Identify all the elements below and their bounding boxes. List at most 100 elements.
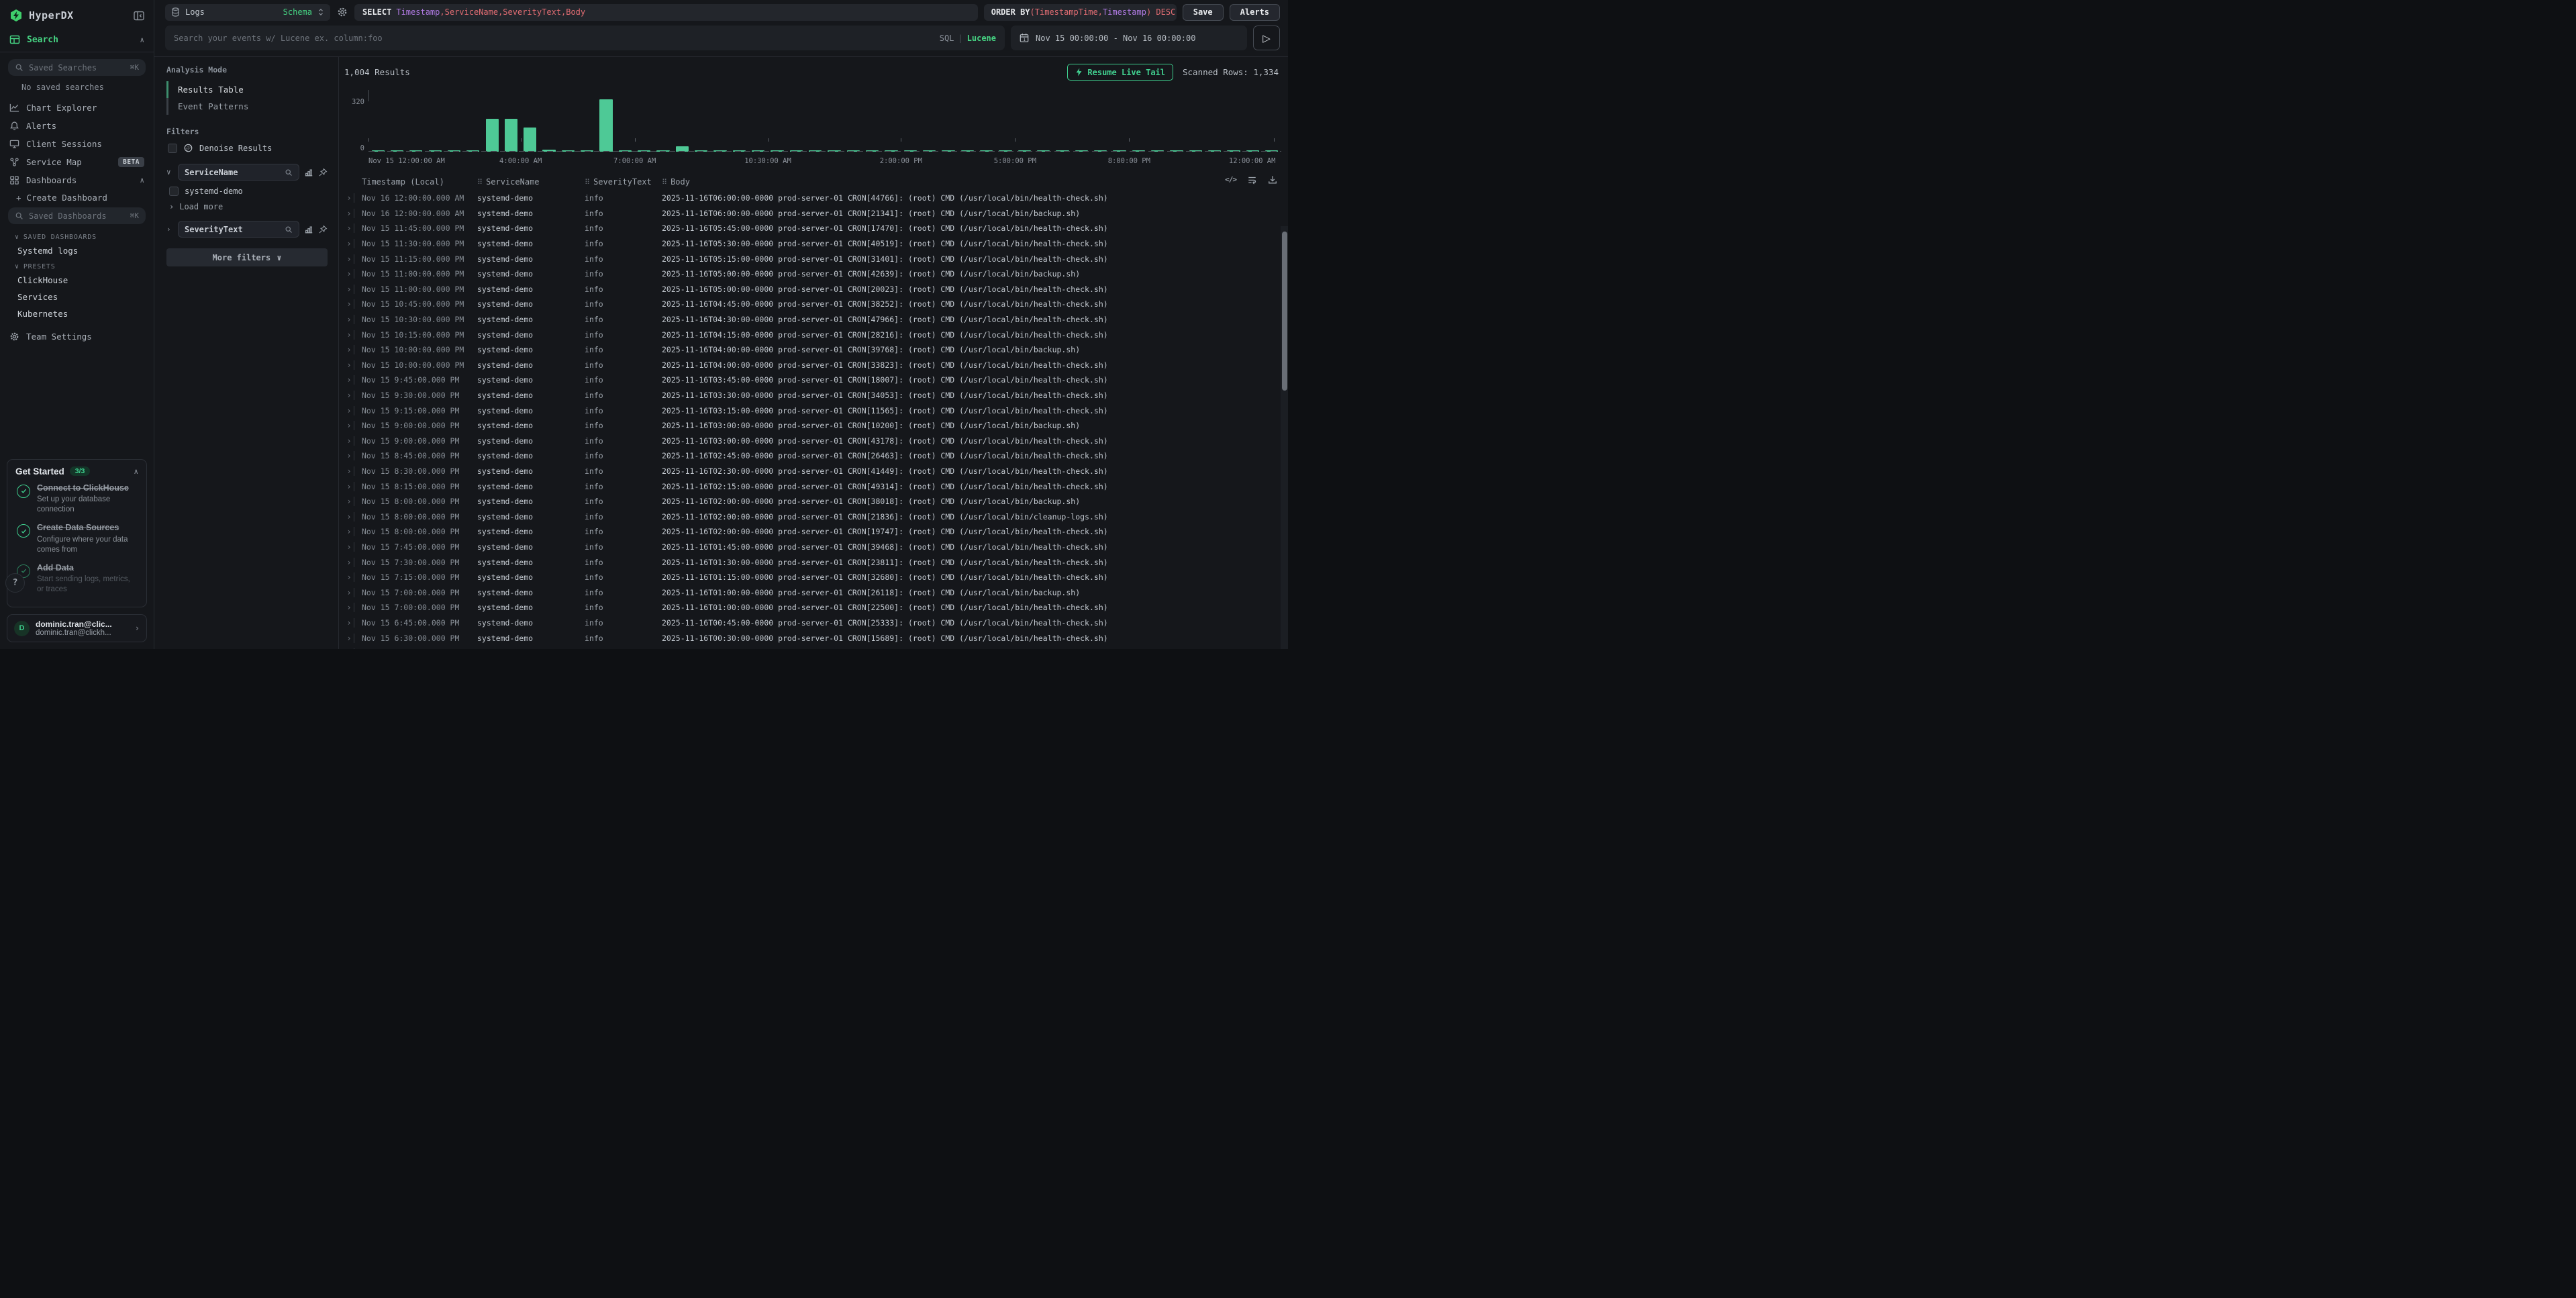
expand-row-icon: › bbox=[344, 315, 354, 324]
sidebar-item-alerts[interactable]: Alerts bbox=[0, 117, 154, 135]
table-row[interactable]: ›Nov 15 10:30:00.000 PMsystemd-demoinfo2… bbox=[344, 312, 1288, 328]
table-row[interactable]: ›Nov 15 7:30:00.000 PMsystemd-demoinfo20… bbox=[344, 554, 1288, 570]
scrollbar-thumb[interactable] bbox=[1282, 232, 1287, 391]
sidebar-item-search[interactable]: Search ∧ bbox=[0, 29, 154, 50]
chevron-up-icon[interactable]: ∧ bbox=[140, 36, 144, 44]
table-row[interactable]: ›Nov 15 11:15:00.000 PMsystemd-demoinfo2… bbox=[344, 251, 1288, 266]
table-row[interactable]: ›Nov 15 10:15:00.000 PMsystemd-demoinfo2… bbox=[344, 327, 1288, 342]
pin-icon[interactable] bbox=[318, 225, 328, 234]
cell-severitytext: info bbox=[585, 239, 662, 248]
table-row[interactable]: ›Nov 15 10:45:00.000 PMsystemd-demoinfo2… bbox=[344, 297, 1288, 312]
bar-chart-icon[interactable] bbox=[304, 225, 313, 234]
drag-handle-icon[interactable]: ⠿ bbox=[585, 178, 590, 187]
table-row[interactable]: ›Nov 15 9:15:00.000 PMsystemd-demoinfo20… bbox=[344, 403, 1288, 418]
source-select[interactable]: Logs Schema bbox=[165, 4, 330, 21]
column-header-servicename[interactable]: ⠿ ServiceName bbox=[477, 177, 585, 187]
bar-chart-icon[interactable] bbox=[304, 168, 313, 177]
resume-live-tail-button[interactable]: Resume Live Tail bbox=[1067, 64, 1173, 81]
table-row[interactable]: ›Nov 15 9:00:00.000 PMsystemd-demoinfo20… bbox=[344, 434, 1288, 449]
filter-group-severitytext[interactable]: SeverityText bbox=[178, 221, 299, 238]
drag-handle-icon[interactable]: ⠿ bbox=[662, 178, 667, 187]
table-row[interactable]: ›Nov 15 8:00:00.000 PMsystemd-demoinfo20… bbox=[344, 509, 1288, 524]
load-more-button[interactable]: › Load more bbox=[169, 202, 328, 211]
chevron-right-icon: › bbox=[135, 623, 140, 633]
lucene-toggle[interactable]: Lucene bbox=[967, 34, 996, 43]
table-row[interactable]: ›Nov 15 8:15:00.000 PMsystemd-demoinfo20… bbox=[344, 479, 1288, 494]
sidebar-item-services[interactable]: Services bbox=[0, 289, 154, 305]
table-row[interactable]: ›Nov 15 8:00:00.000 PMsystemd-demoinfo20… bbox=[344, 494, 1288, 509]
chevron-down-icon[interactable]: ∨ bbox=[166, 168, 173, 177]
chevron-up-icon[interactable]: ∧ bbox=[140, 176, 144, 185]
run-query-button[interactable]: ▷ bbox=[1253, 26, 1280, 50]
events-histogram[interactable]: 320 0 Nov 15 12:00:00 AM4:00:00 AM7:00:0… bbox=[347, 90, 1281, 166]
table-row[interactable]: ›Nov 15 9:00:00.000 PMsystemd-demoinfo20… bbox=[344, 418, 1288, 434]
alerts-button[interactable]: Alerts bbox=[1230, 4, 1280, 21]
table-row[interactable]: ›Nov 16 12:00:00.000 AMsystemd-demoinfo2… bbox=[344, 191, 1288, 206]
date-range-picker[interactable]: 1 Nov 15 00:00:00 - Nov 16 00:00:00 bbox=[1011, 26, 1247, 50]
sidebar-item-systemd-logs[interactable]: Systemd logs bbox=[0, 242, 154, 259]
column-header-body[interactable]: ⠿ Body bbox=[662, 177, 1248, 187]
chevron-right-icon[interactable]: › bbox=[166, 225, 173, 234]
help-button[interactable]: ? bbox=[5, 573, 25, 593]
table-row[interactable]: ›Nov 15 6:15:00.000 PMsystemd-demoinfo20… bbox=[344, 646, 1288, 649]
table-row[interactable]: ›Nov 15 10:00:00.000 PMsystemd-demoinfo2… bbox=[344, 342, 1288, 358]
table-row[interactable]: ›Nov 15 7:15:00.000 PMsystemd-demoinfo20… bbox=[344, 570, 1288, 585]
table-row[interactable]: ›Nov 15 7:00:00.000 PMsystemd-demoinfo20… bbox=[344, 585, 1288, 600]
get-started-step-sources[interactable]: Create Data Sources Configure where your… bbox=[17, 523, 138, 555]
table-row[interactable]: ›Nov 15 8:45:00.000 PMsystemd-demoinfo20… bbox=[344, 448, 1288, 464]
table-row[interactable]: ›Nov 15 11:00:00.000 PMsystemd-demoinfo2… bbox=[344, 266, 1288, 282]
sidebar-item-clickhouse[interactable]: ClickHouse bbox=[0, 272, 154, 289]
table-row[interactable]: ›Nov 15 11:30:00.000 PMsystemd-demoinfo2… bbox=[344, 236, 1288, 252]
table-row[interactable]: ›Nov 15 6:45:00.000 PMsystemd-demoinfo20… bbox=[344, 615, 1288, 631]
get-started-step-add-data[interactable]: Add Data Start sending logs, metrics, or… bbox=[17, 563, 138, 595]
collapse-sidebar-icon[interactable] bbox=[134, 11, 144, 21]
saved-searches-input[interactable]: Saved Searches ⌘K bbox=[8, 59, 146, 76]
code-view-icon[interactable]: </> bbox=[1225, 175, 1236, 185]
create-dashboard-button[interactable]: + Create Dashboard bbox=[0, 189, 154, 206]
select-clause-input[interactable]: SELECT Timestamp ,ServiceName,SeverityTe… bbox=[354, 4, 978, 21]
table-row[interactable]: ›Nov 15 6:30:00.000 PMsystemd-demoinfo20… bbox=[344, 630, 1288, 646]
table-row[interactable]: ›Nov 15 9:30:00.000 PMsystemd-demoinfo20… bbox=[344, 388, 1288, 403]
sidebar-item-service-map[interactable]: Service Map BETA bbox=[0, 153, 154, 171]
sql-toggle[interactable]: SQL bbox=[940, 34, 954, 43]
section-presets[interactable]: ∨ PRESETS bbox=[0, 259, 154, 272]
table-row[interactable]: ›Nov 15 9:45:00.000 PMsystemd-demoinfo20… bbox=[344, 372, 1288, 388]
source-settings-gear-icon[interactable] bbox=[336, 7, 348, 17]
table-row[interactable]: ›Nov 15 10:00:00.000 PMsystemd-demoinfo2… bbox=[344, 358, 1288, 373]
sidebar-item-kubernetes[interactable]: Kubernetes bbox=[0, 305, 154, 322]
user-menu[interactable]: D dominic.tran@clic... dominic.tran@clic… bbox=[7, 614, 147, 642]
save-button[interactable]: Save bbox=[1183, 4, 1224, 21]
get-started-step-connect[interactable]: Connect to ClickHouse Set up your databa… bbox=[17, 483, 138, 515]
app-root: HyperDX Search ∧ Saved Searches ⌘K No sa… bbox=[0, 0, 1288, 649]
wrap-lines-icon[interactable] bbox=[1247, 175, 1257, 185]
language-toggle[interactable]: SQL|Lucene bbox=[940, 34, 996, 43]
expand-row-icon: › bbox=[344, 482, 354, 491]
denoise-checkbox[interactable] bbox=[168, 144, 177, 153]
mode-event-patterns[interactable]: Event Patterns bbox=[166, 98, 328, 115]
table-row[interactable]: ›Nov 16 12:00:00.000 AMsystemd-demoinfo2… bbox=[344, 206, 1288, 221]
pin-icon[interactable] bbox=[318, 168, 328, 177]
more-filters-button[interactable]: More filters ∨ bbox=[166, 248, 328, 266]
column-header-timestamp[interactable]: Timestamp (Local) bbox=[362, 177, 477, 187]
saved-dashboards-input[interactable]: Saved Dashboards ⌘K bbox=[8, 207, 146, 224]
table-row[interactable]: ›Nov 15 8:00:00.000 PMsystemd-demoinfo20… bbox=[344, 524, 1288, 540]
drag-handle-icon[interactable]: ⠿ bbox=[477, 178, 483, 187]
section-saved-dashboards[interactable]: ∨ SAVED DASHBOARDS bbox=[0, 230, 154, 242]
mode-results-table[interactable]: Results Table bbox=[166, 81, 328, 98]
order-by-input[interactable]: ORDER BY (TimestampTime, Timestamp ) DES… bbox=[984, 4, 1177, 21]
column-header-severitytext[interactable]: ⠿ SeverityText bbox=[585, 177, 662, 187]
servicename-value-checkbox[interactable] bbox=[169, 187, 179, 196]
table-row[interactable]: ›Nov 15 11:00:00.000 PMsystemd-demoinfo2… bbox=[344, 282, 1288, 297]
sidebar-item-dashboards[interactable]: Dashboards ∧ bbox=[0, 171, 154, 189]
chevron-up-icon[interactable]: ∧ bbox=[134, 467, 138, 476]
table-row[interactable]: ›Nov 15 8:30:00.000 PMsystemd-demoinfo20… bbox=[344, 464, 1288, 479]
sidebar-item-chart-explorer[interactable]: Chart Explorer bbox=[0, 99, 154, 117]
download-icon[interactable] bbox=[1268, 175, 1277, 185]
table-row[interactable]: ›Nov 15 11:45:00.000 PMsystemd-demoinfo2… bbox=[344, 221, 1288, 236]
table-row[interactable]: ›Nov 15 7:45:00.000 PMsystemd-demoinfo20… bbox=[344, 540, 1288, 555]
event-search-input[interactable]: Search your events w/ Lucene ex. column:… bbox=[165, 26, 1005, 50]
table-row[interactable]: ›Nov 15 7:00:00.000 PMsystemd-demoinfo20… bbox=[344, 600, 1288, 615]
filter-group-servicename[interactable]: ServiceName bbox=[178, 164, 299, 181]
sidebar-item-client-sessions[interactable]: Client Sessions bbox=[0, 135, 154, 153]
sidebar-item-team-settings[interactable]: Team Settings bbox=[0, 322, 154, 351]
